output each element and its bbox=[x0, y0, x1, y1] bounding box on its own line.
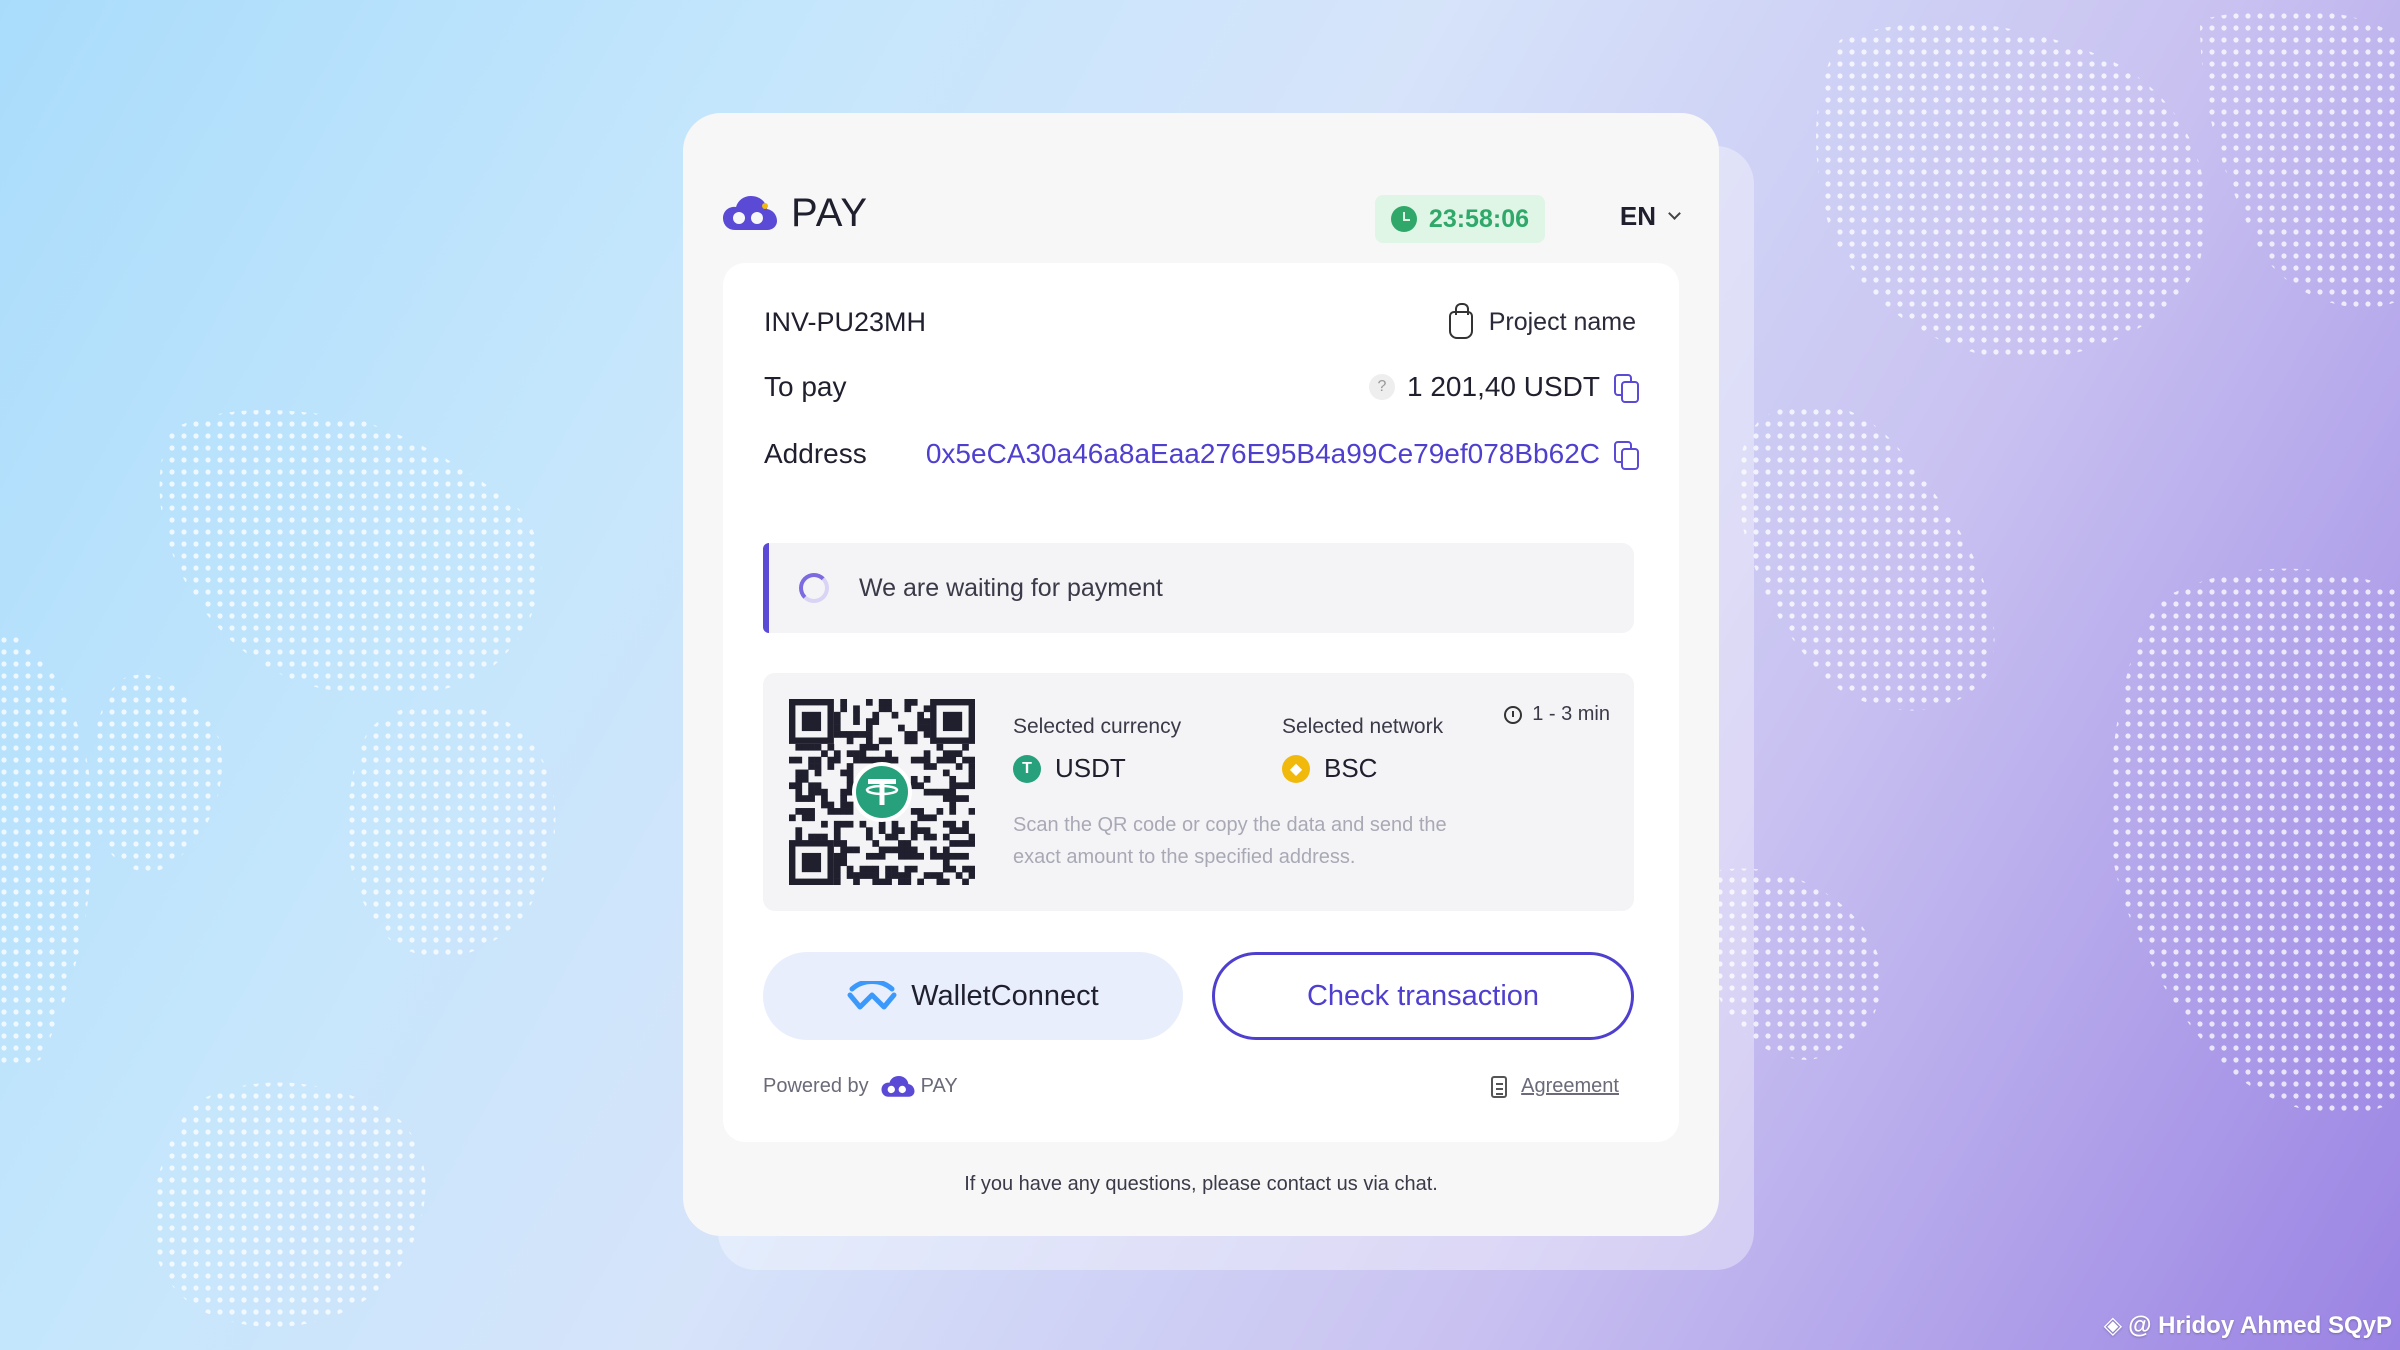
network-value: BSC bbox=[1324, 753, 1378, 783]
walletconnect-button[interactable]: WalletConnect bbox=[763, 952, 1183, 1040]
cloud-logo-icon bbox=[723, 195, 777, 230]
brand-logo: PAY bbox=[723, 191, 868, 236]
address-row: Address 0x5eCA30a46a8aEaa276E95B4a99Ce79… bbox=[764, 438, 1639, 470]
timer-value: 23:58:06 bbox=[1428, 204, 1529, 233]
loading-spinner-icon bbox=[799, 573, 829, 603]
watermark-text: @ Hridoy Ahmed SQyP bbox=[2128, 1311, 2392, 1339]
contact-note: If you have any questions, please contac… bbox=[964, 1173, 1438, 1195]
eta-value: 1 - 3 min bbox=[1532, 703, 1610, 725]
clock-icon bbox=[1390, 206, 1417, 232]
check-transaction-label: Check transaction bbox=[1306, 979, 1540, 1012]
copy-amount-icon[interactable] bbox=[1614, 374, 1639, 403]
powered-by-brand: PAY bbox=[920, 1075, 958, 1097]
brand-name: PAY bbox=[791, 191, 869, 235]
diamond-icon: ◈ bbox=[2103, 1312, 2123, 1339]
copy-address-icon[interactable] bbox=[1614, 441, 1639, 470]
currency-label: Selected currency bbox=[1013, 715, 1182, 738]
network-value-row: ◆ BSC bbox=[1282, 753, 1443, 784]
card-header: PAY 23:58:06 EN bbox=[723, 173, 1681, 253]
cloud-logo-small-icon bbox=[881, 1075, 915, 1097]
network-label: Selected network bbox=[1282, 715, 1444, 738]
address-group: 0x5eCA30a46a8aEaa276E95B4a99Ce79ef078Bb6… bbox=[926, 438, 1639, 470]
check-transaction-button[interactable]: Check transaction bbox=[1212, 952, 1634, 1040]
bsc-icon: ◆ bbox=[1282, 754, 1310, 783]
payment-card: PAY 23:58:06 EN INV-PU23MH Project name … bbox=[683, 113, 1719, 1236]
wallet-address[interactable]: 0x5eCA30a46a8aEaa276E95B4a99Ce79ef078Bb6… bbox=[926, 438, 1600, 470]
payment-hint: Scan the QR code or copy the data and se… bbox=[1013, 814, 1447, 868]
currency-column: Selected currency T USDT bbox=[1013, 715, 1181, 784]
countdown-timer: 23:58:06 bbox=[1374, 195, 1545, 243]
payment-details: Selected currency T USDT Selected networ… bbox=[763, 673, 1634, 911]
watermark: ◈ @ Hridoy Ahmed SQyP bbox=[2104, 1311, 2392, 1340]
stopwatch-icon bbox=[1504, 705, 1523, 724]
agreement-label: Agreement bbox=[1521, 1075, 1619, 1097]
invoice-panel: INV-PU23MH Project name To pay ? 1 201,4… bbox=[723, 263, 1679, 1142]
language-selector[interactable]: EN bbox=[1619, 201, 1681, 232]
amount-group: ? 1 201,40 USDT bbox=[1369, 371, 1639, 403]
to-pay-row: To pay ? 1 201,40 USDT bbox=[764, 371, 1639, 403]
walletconnect-label: WalletConnect bbox=[911, 979, 1099, 1012]
usdt-icon: T bbox=[1013, 754, 1041, 783]
project-info: Project name bbox=[1448, 302, 1636, 339]
currency-value: USDT bbox=[1055, 753, 1126, 783]
eta-badge: 1 - 3 min bbox=[1504, 703, 1610, 726]
qr-code[interactable] bbox=[789, 699, 975, 885]
amount-value: 1 201,40 USDT bbox=[1407, 371, 1600, 402]
chevron-down-icon bbox=[1668, 207, 1681, 220]
powered-by: Powered by PAY bbox=[763, 1075, 958, 1098]
payment-status-banner: We are waiting for payment bbox=[763, 543, 1634, 633]
shopping-bag-icon bbox=[1448, 302, 1473, 339]
address-label: Address bbox=[764, 438, 867, 469]
help-icon[interactable]: ? bbox=[1369, 374, 1395, 400]
invoice-row: INV-PU23MH Project name bbox=[764, 302, 1636, 339]
project-name: Project name bbox=[1488, 308, 1636, 336]
powered-by-label: Powered by bbox=[763, 1075, 869, 1097]
walletconnect-icon bbox=[847, 981, 897, 1010]
currency-value-row: T USDT bbox=[1013, 753, 1181, 784]
status-text: We are waiting for payment bbox=[859, 573, 1163, 602]
language-label: EN bbox=[1619, 201, 1656, 231]
agreement-link[interactable]: Agreement bbox=[1491, 1075, 1619, 1098]
to-pay-label: To pay bbox=[764, 371, 847, 402]
network-column: Selected network ◆ BSC bbox=[1282, 715, 1443, 784]
document-icon bbox=[1491, 1075, 1508, 1098]
invoice-id: INV-PU23MH bbox=[764, 307, 927, 337]
